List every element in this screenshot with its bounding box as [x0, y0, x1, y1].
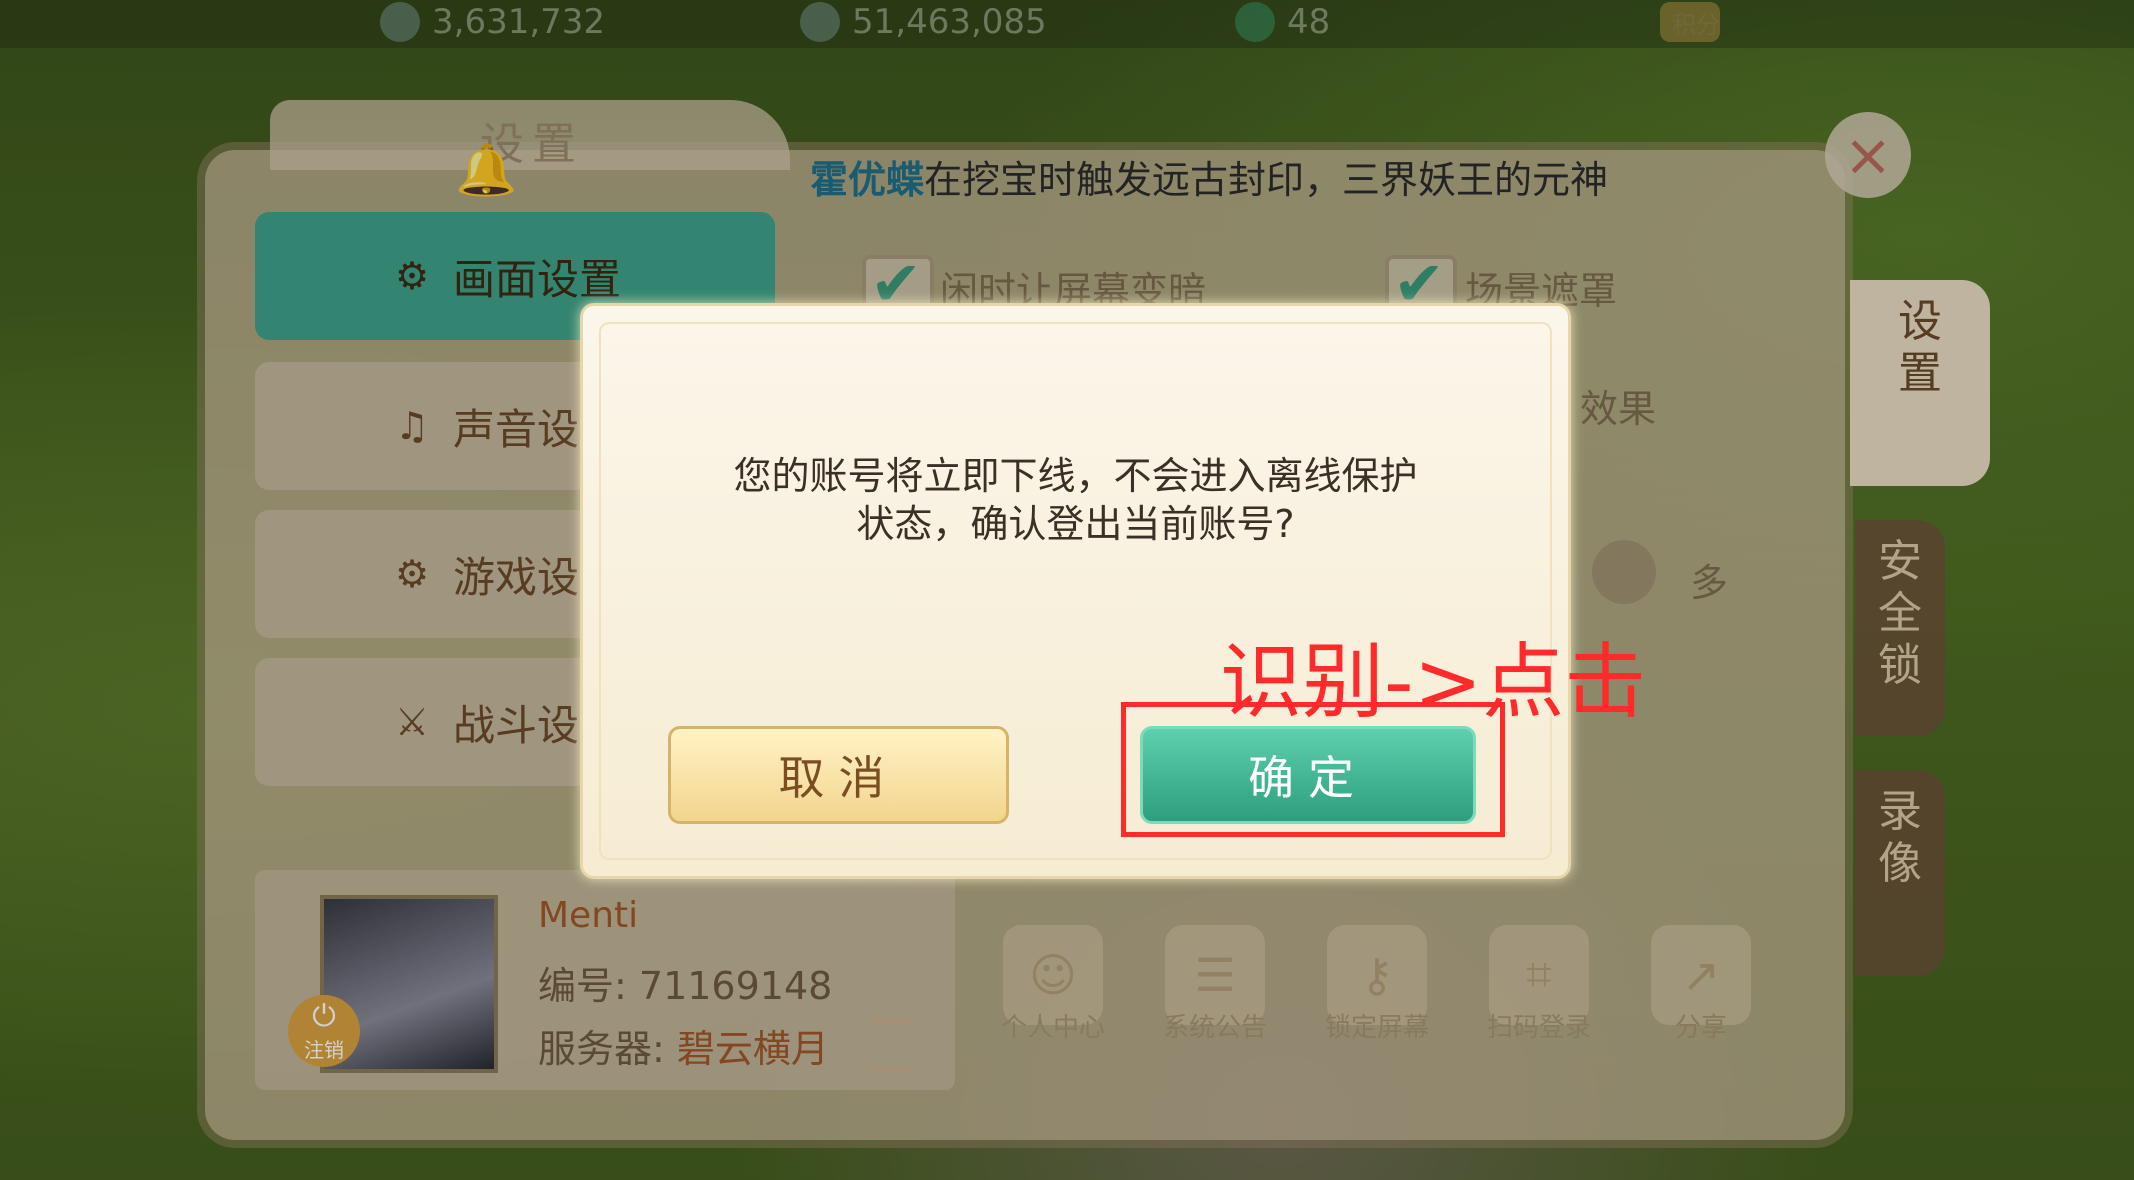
cancel-button[interactable]: 取消	[668, 726, 1009, 824]
dialog-message-line2: 状态，确认登出当前账号?	[856, 502, 1295, 546]
dialog-message-line1: 您的账号将立即下线，不会进入离线保护	[733, 454, 1418, 498]
annotation-label: 识别->点击	[1220, 635, 1647, 730]
